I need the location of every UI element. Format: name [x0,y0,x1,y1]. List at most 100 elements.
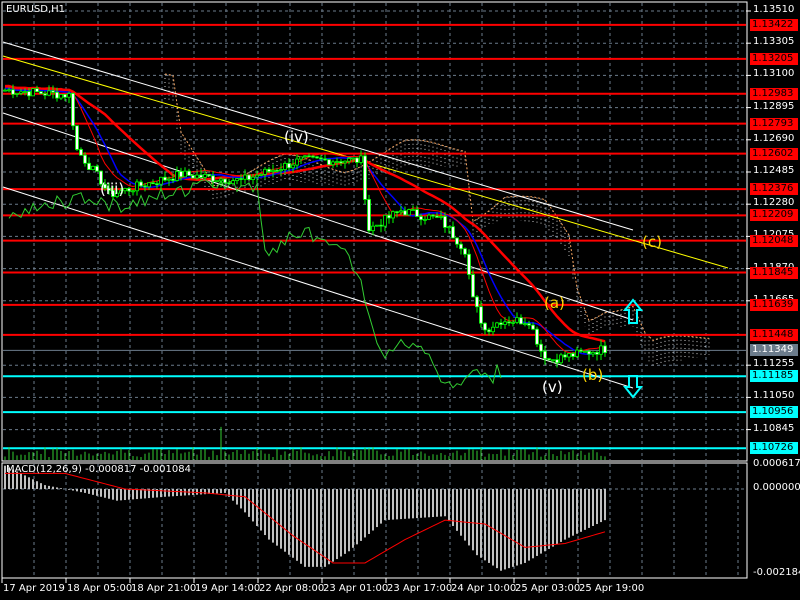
candle-body [543,350,547,360]
macd-histogram-bar [200,489,202,495]
candle-body [11,89,15,95]
candle-body [475,296,479,308]
price-level-label: 1.12793 [750,117,798,130]
macd-histogram-bar [68,489,70,490]
candle-body [331,161,335,166]
macd-histogram-bar [436,489,438,517]
price-level-label: 1.10726 [750,442,798,455]
candle-body [415,209,419,217]
price-level-label: 1.11185 [750,370,798,383]
macd-histogram-bar [592,489,594,526]
candle-body [467,253,471,275]
candle-body [295,158,299,166]
candle-body [395,211,399,214]
macd-histogram-bar [360,489,362,541]
macd-histogram-bar [104,489,106,498]
main-panel-frame [1,1,748,462]
macd-histogram-bar [236,489,238,505]
macd-histogram-bar [572,489,574,536]
candle-body [207,174,211,177]
macd-histogram-bar [420,489,422,518]
macd-histogram-bar [556,489,558,545]
macd-histogram-bar [532,489,534,559]
candle-body [255,174,259,178]
candle-body [311,155,315,158]
macd-histogram-bar [292,489,294,558]
macd-histogram-bar [180,489,182,496]
candle-body [87,162,91,170]
candle-body [259,174,263,176]
macd-histogram-bar [448,489,450,522]
macd-histogram-bar [272,489,274,543]
macd-histogram-bar [492,489,494,566]
candle-body [39,91,43,95]
candle-body [427,214,431,220]
macd-histogram-bar [140,489,142,499]
macd-histogram-bar [212,489,214,494]
macd-histogram-bar [324,489,326,567]
candle-body [147,182,151,188]
macd-histogram-bar [40,483,42,489]
candle-body [35,88,39,93]
macd-histogram-bar [28,477,30,489]
macd-histogram-bar [408,489,410,519]
macd-histogram-bar [160,489,162,498]
macd-histogram-bar [400,489,402,520]
candle-body [59,94,63,99]
time-axis-label: 18 Apr 05:00 [67,583,133,594]
macd-histogram-bar [220,489,222,494]
candle-body [463,248,467,255]
macd-histogram-bar [504,489,506,570]
macd-histogram-bar [80,489,82,493]
candle-body [279,169,283,172]
time-axis-label: 22 Apr 08:00 [259,583,325,594]
macd-histogram-bar [352,489,354,548]
price-tick-label: 1.12280 [753,197,795,209]
macd-histogram-bar [496,489,498,569]
macd-histogram-bar [100,489,102,497]
macd-histogram-bar [588,489,590,528]
candle-body [55,91,59,99]
time-axis-label: 25 Apr 19:00 [579,583,645,594]
macd-histogram-bar [108,489,110,499]
candle-body [347,158,351,162]
price-level-label: 1.12602 [750,147,798,160]
macd-histogram-bar [300,489,302,564]
candle-body [143,185,147,188]
price-level-label: 1.11448 [750,328,798,341]
macd-histogram-bar [412,489,414,519]
macd-histogram-bar [500,489,502,571]
macd-histogram-bar [20,473,22,489]
candle-body [483,322,487,331]
candle-body [327,159,331,166]
candle-body [491,326,495,333]
candle-body [231,180,235,185]
price-level-label: 1.11349 [750,344,798,357]
price-level-label: 1.13205 [750,52,798,65]
macd-histogram-bar [564,489,566,540]
macd-tick-label: 0.000617 [753,457,800,469]
candle-body [183,170,187,178]
candle-body [443,216,447,228]
macd-histogram-bar [240,489,242,509]
candle-body [211,175,215,182]
candle-body [407,209,411,216]
candle-body [595,351,599,355]
macd-histogram-bar [120,489,122,501]
candle-body [519,317,523,325]
candle-body [239,178,243,180]
macd-histogram-bar [368,489,370,534]
candle-body [531,324,535,330]
price-tick-label: 1.12895 [753,100,795,112]
candle-body [31,88,35,97]
candle-body [371,225,375,232]
macd-histogram-bar [248,489,250,517]
candle-body [499,322,503,325]
candle-body [27,91,31,97]
candle-body [411,209,415,211]
macd-histogram-bar [604,489,606,521]
candle-body [215,180,219,183]
candle-body [51,90,55,93]
candle-body [299,156,303,160]
candle-body [7,89,11,92]
